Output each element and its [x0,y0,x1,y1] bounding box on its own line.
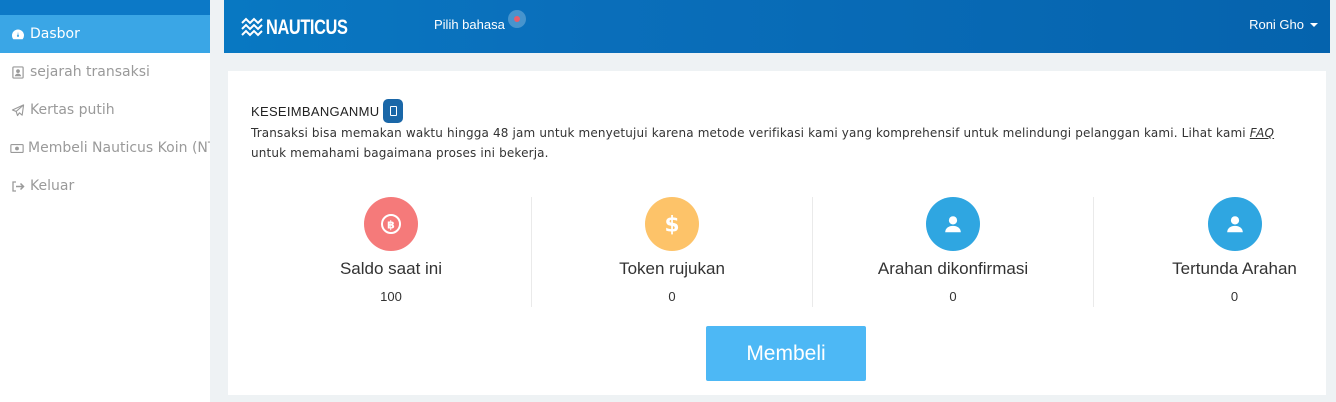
sidebar-item-label: Membeli Nauticus Koin (NTC) [28,140,210,156]
mobile-icon[interactable] [383,99,404,123]
dollar-icon: $ [645,197,699,251]
description-tail: untuk memahami bagaimana proses ini beke… [251,146,549,160]
sidebar-item-label: Keluar [30,178,75,194]
sidebar-item-dasbor[interactable]: Dasbor [0,15,210,53]
paper-plane-icon [10,103,26,117]
logo[interactable]: NAUTICUS [241,16,371,40]
user-name: Roni Gho [1249,17,1304,32]
stats-row: ฿ Saldo saat ini 100 $ Token rujukan 0 A… [251,197,1336,307]
sidebar-item-label: sejarah transaksi [30,64,150,80]
stat-label: Tertunda Arahan [1172,259,1297,278]
svg-text:฿: ฿ [387,219,395,232]
stat-value: 0 [668,289,676,304]
stat-confirmed-referrals: Arahan dikonfirmasi 0 [813,197,1094,307]
language-label: Pilih bahasa [434,17,505,32]
stat-value: 100 [380,289,402,304]
user-icon [1207,197,1262,251]
user-icon [926,197,980,251]
buy-button[interactable]: Membeli [706,326,866,381]
sidebar-item-transaction-history[interactable]: sejarah transaksi [0,53,210,91]
stat-current-balance: ฿ Saldo saat ini 100 [251,197,532,307]
balance-card: KESEIMBANGANMU Transaksi bisa memakan wa… [228,71,1326,395]
user-menu[interactable]: Roni Gho [1249,17,1318,32]
bitcoin-icon: ฿ [364,197,418,251]
stat-value: 0 [1230,289,1239,304]
balance-description: Transaksi bisa memakan waktu hingga 48 j… [251,123,1317,163]
dashboard-icon [10,27,26,41]
language-selector[interactable]: Pilih bahasa [421,0,611,53]
sidebar-item-label: Dasbor [30,26,80,42]
stat-value: 0 [949,289,957,304]
sidebar-item-buy-coins[interactable]: Membeli Nauticus Koin (NTC) [0,129,210,167]
stat-pending-referrals: Tertunda Arahan 0 [1094,197,1336,307]
faq-link[interactable]: FAQ [1250,126,1274,140]
sidebar-item-label: Kertas putih [30,102,115,118]
sign-out-icon [10,179,26,193]
money-icon [10,141,24,155]
balance-title-text: KESEIMBANGANMU [251,103,380,119]
sidebar: Dasbor sejarah transaksi Kertas putih Me… [0,0,210,402]
sidebar-top-bar [0,0,210,15]
svg-text:$: $ [664,213,679,237]
stat-label: Token rujukan [619,259,725,278]
description-text: Transaksi bisa memakan waktu hingga 48 j… [251,126,1250,140]
contact-card-icon [10,65,26,79]
notification-dot-icon [508,10,526,28]
logo-text: NAUTICUS [266,16,348,39]
sidebar-item-logout[interactable]: Keluar [0,167,210,205]
balance-title: KESEIMBANGANMU [251,99,404,123]
stat-referral-tokens: $ Token rujukan 0 [532,197,813,307]
stat-label: Saldo saat ini [339,259,443,278]
sidebar-item-whitepaper[interactable]: Kertas putih [0,91,210,129]
wave-icon [241,17,263,37]
caret-down-icon [1310,22,1318,27]
top-navbar: NAUTICUS Pilih bahasa Roni Gho [224,0,1330,53]
stat-label: Arahan dikonfirmasi [877,259,1029,278]
